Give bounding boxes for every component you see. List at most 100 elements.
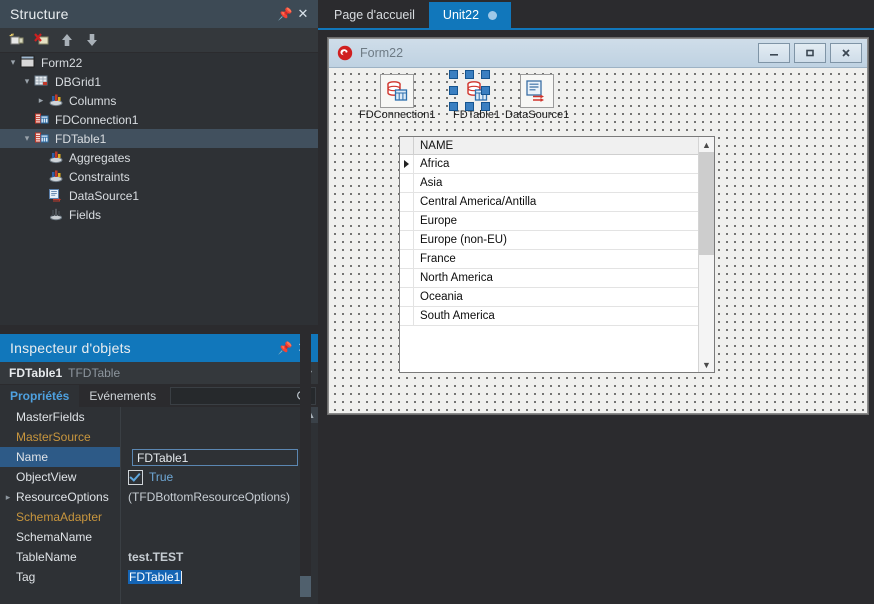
property-row-schemaname[interactable]: SchemaName bbox=[0, 527, 318, 547]
property-row-tag[interactable]: Tag FDTable1 bbox=[0, 567, 318, 587]
selection-handle[interactable] bbox=[481, 70, 490, 79]
tab-unit22[interactable]: Unit22 bbox=[428, 2, 512, 28]
cell-name[interactable]: Central America/Antilla bbox=[414, 196, 536, 208]
selection-handle[interactable] bbox=[449, 86, 458, 95]
property-row-resourceoptions[interactable]: ▸ ResourceOptions (TFDBottomResourceOpti… bbox=[0, 487, 318, 507]
tab-proprietes[interactable]: Propriétés bbox=[0, 385, 80, 407]
cell-name[interactable]: Asia bbox=[414, 177, 442, 189]
cell-name[interactable]: Europe bbox=[414, 215, 457, 227]
property-row-mastersource[interactable]: MasterSource bbox=[0, 427, 318, 447]
expander-icon[interactable]: ▸ bbox=[34, 95, 48, 106]
grid-column-header-name[interactable]: NAME bbox=[414, 140, 453, 152]
selection-handle[interactable] bbox=[481, 102, 490, 111]
component-datasource1[interactable]: DataSource1 bbox=[505, 74, 569, 121]
table-row[interactable]: Oceania bbox=[400, 288, 714, 307]
tree-item-aggregates[interactable]: Aggregates bbox=[0, 148, 318, 167]
objectview-checkbox[interactable] bbox=[128, 469, 143, 485]
cell-name[interactable]: South America bbox=[414, 310, 495, 322]
component-label: DataSource1 bbox=[505, 109, 570, 121]
selection-handle[interactable] bbox=[465, 70, 474, 79]
form-client-area[interactable]: FDConnection1 FDTable1 DataSource1 NAME … bbox=[329, 68, 867, 413]
property-value[interactable]: test.TEST bbox=[120, 550, 318, 564]
pin-icon[interactable]: 📌 bbox=[276, 339, 294, 357]
property-name: SchemaAdapter bbox=[16, 510, 103, 524]
collection-icon bbox=[48, 169, 65, 184]
grid-scrollbar-thumb[interactable] bbox=[699, 152, 714, 255]
cell-name[interactable]: Europe (non-EU) bbox=[414, 234, 507, 246]
close-button[interactable] bbox=[830, 43, 862, 63]
move-down-icon[interactable] bbox=[81, 30, 103, 50]
grid-indicator-column bbox=[400, 137, 414, 154]
object-inspector: Inspecteur d'objets 📌 ✕ FDTable1 TFDTabl… bbox=[0, 334, 318, 604]
cell-name[interactable]: North America bbox=[414, 272, 493, 284]
dbgrid1[interactable]: NAME Africa Asia Central America/Antilla… bbox=[399, 136, 715, 373]
expander-icon[interactable]: ▾ bbox=[6, 57, 20, 68]
modified-indicator-icon bbox=[488, 10, 498, 20]
delete-item-icon[interactable] bbox=[31, 30, 53, 50]
cell-name[interactable]: France bbox=[414, 253, 456, 265]
form-designer-window[interactable]: Form22 FDConnection1 FDTable1 DataSource… bbox=[328, 38, 868, 414]
table-row[interactable]: France bbox=[400, 250, 714, 269]
property-value[interactable]: (TFDBottomResourceOptions) bbox=[120, 490, 318, 504]
property-row-schemaadapter[interactable]: SchemaAdapter bbox=[0, 507, 318, 527]
table-row[interactable]: Asia bbox=[400, 174, 714, 193]
text-caret bbox=[181, 570, 183, 584]
row-indicator bbox=[400, 212, 414, 230]
property-value[interactable]: FDTable1 bbox=[128, 570, 182, 584]
form-designer-surface[interactable]: Form22 FDConnection1 FDTable1 DataSource… bbox=[318, 30, 874, 597]
tree-item-datasource1[interactable]: DataSource1 bbox=[0, 186, 318, 205]
table-row[interactable]: Africa bbox=[400, 155, 714, 174]
pin-icon[interactable]: 📌 bbox=[276, 5, 294, 23]
tab-page-daccueil[interactable]: Page d'accueil bbox=[320, 2, 429, 28]
table-row[interactable]: Europe (non-EU) bbox=[400, 231, 714, 250]
grid-body[interactable]: Africa Asia Central America/Antilla Euro… bbox=[400, 155, 714, 326]
tree-item-dbgrid1[interactable]: ▾ DBGrid1 bbox=[0, 72, 318, 91]
maximize-button[interactable] bbox=[794, 43, 826, 63]
minimize-button[interactable] bbox=[758, 43, 790, 63]
move-up-icon[interactable] bbox=[56, 30, 78, 50]
component-fdconnection1[interactable]: FDConnection1 bbox=[359, 74, 435, 121]
tree-item-fdconnection1[interactable]: FDConnection1 bbox=[0, 110, 318, 129]
structure-tree[interactable]: ▾ Form22 ▾ DBGrid1 ▸ Columns FDConnectio… bbox=[0, 53, 318, 325]
object-selector[interactable]: FDTable1 TFDTable ▾ bbox=[0, 362, 318, 385]
tab-evenements[interactable]: Evénements bbox=[79, 385, 166, 407]
property-row-name[interactable]: Name FDTable1 bbox=[0, 447, 318, 467]
tree-item-form22[interactable]: ▾ Form22 bbox=[0, 53, 318, 72]
chevron-up-icon[interactable]: ▲ bbox=[699, 137, 714, 152]
component-fdtable1[interactable]: FDTable1 bbox=[449, 70, 500, 121]
rad-studio-ide: Structure 📌 ✕ ▾ Form22 ▾ DBGrid1 ▸ Colum… bbox=[0, 0, 874, 604]
property-value-cell: True bbox=[120, 469, 318, 485]
cell-name[interactable]: Oceania bbox=[414, 291, 463, 303]
close-icon[interactable]: ✕ bbox=[294, 5, 312, 23]
table-row[interactable]: South America bbox=[400, 307, 714, 326]
expander-icon[interactable]: ▾ bbox=[20, 133, 34, 144]
table-row[interactable]: North America bbox=[400, 269, 714, 288]
structure-panel-header: Structure 📌 ✕ bbox=[0, 0, 318, 28]
name-edit-field[interactable]: FDTable1 bbox=[132, 448, 298, 466]
tree-item-fdtable1[interactable]: ▾ FDTable1 bbox=[0, 129, 318, 148]
expander-icon[interactable]: ▾ bbox=[20, 76, 34, 87]
dock-scrollbar-track[interactable] bbox=[300, 334, 311, 597]
selection-handle[interactable] bbox=[449, 70, 458, 79]
tree-item-columns[interactable]: ▸ Columns bbox=[0, 91, 318, 110]
selection-handle[interactable] bbox=[465, 102, 474, 111]
dock-scrollbar-thumb[interactable] bbox=[300, 576, 311, 597]
property-list[interactable]: MasterFields MasterSource Name FDTable1 bbox=[0, 407, 318, 604]
chevron-down-icon[interactable]: ▼ bbox=[699, 357, 714, 372]
table-row[interactable]: Central America/Antilla bbox=[400, 193, 714, 212]
table-row[interactable]: Europe bbox=[400, 212, 714, 231]
tree-item-fields[interactable]: Fields bbox=[0, 205, 318, 224]
selection-handle[interactable] bbox=[481, 86, 490, 95]
tab-label: Propriétés bbox=[10, 389, 70, 403]
property-row-masterfields[interactable]: MasterFields bbox=[0, 407, 318, 427]
new-item-icon[interactable] bbox=[6, 30, 28, 50]
cell-name[interactable]: Africa bbox=[414, 158, 449, 170]
tree-item-constraints[interactable]: Constraints bbox=[0, 167, 318, 186]
property-row-objectview[interactable]: ObjectView True bbox=[0, 467, 318, 487]
form-titlebar[interactable]: Form22 bbox=[329, 39, 867, 68]
property-row-tablename[interactable]: TableName test.TEST bbox=[0, 547, 318, 567]
grid-scrollbar[interactable]: ▲ ▼ bbox=[698, 137, 714, 372]
search-input[interactable] bbox=[170, 387, 316, 405]
expander-icon[interactable]: ▸ bbox=[0, 492, 16, 503]
selection-handle[interactable] bbox=[449, 102, 458, 111]
